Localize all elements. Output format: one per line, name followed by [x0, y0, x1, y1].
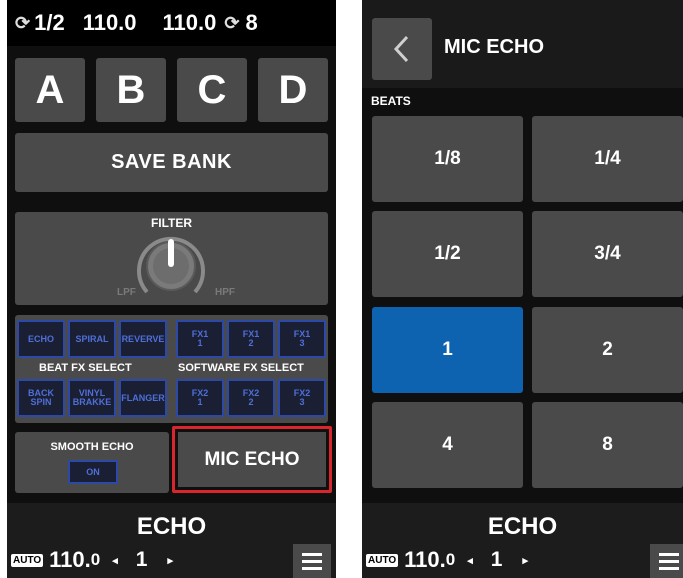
- bpm-row: AUTO 110. 0 ◂ 1 ▸: [366, 547, 528, 573]
- save-bank-button[interactable]: SAVE BANK: [15, 133, 328, 192]
- fx-name-title: ECHO: [136, 513, 207, 540]
- fx-echo-button[interactable]: ECHO: [17, 320, 65, 358]
- bpm-decimal: 0: [445, 550, 456, 569]
- fx-flanger-button[interactable]: FLANGER: [119, 379, 167, 417]
- beat-3-4-button[interactable]: 3/4: [532, 211, 683, 297]
- arrow-left-icon[interactable]: ◂: [112, 554, 118, 567]
- filter-knob[interactable]: [135, 230, 207, 302]
- fx-select-section: ECHO SPIRAL REVERVE FX1 1 FX1 2 FX1 3 BEAT …: [15, 315, 328, 423]
- status-bar: ⟳ 1/2 110.0 110.0 ⟳ 8: [7, 0, 336, 46]
- arrow-right-icon[interactable]: ▸: [167, 554, 173, 567]
- beat-1-8-button[interactable]: 1/8: [372, 116, 523, 202]
- fx1-1-button[interactable]: FX1 1: [176, 320, 224, 358]
- beat-1-button[interactable]: 1: [372, 307, 523, 393]
- bank-d-button[interactable]: D: [258, 58, 328, 122]
- bpm-integer: 110.: [49, 547, 91, 572]
- sync-icon: ⟳: [15, 12, 31, 33]
- filter-section: FILTER LPF HPF: [15, 212, 328, 305]
- bpm-decimal: 0: [90, 550, 101, 569]
- smooth-echo-toggle[interactable]: ON: [68, 460, 118, 484]
- smooth-echo-title: SMOOTH ECHO: [50, 441, 134, 453]
- fx-vinyl-brakke-button[interactable]: VINYL BRAKKE: [68, 379, 116, 417]
- fx-bank-screen: ⟳ 1/2 110.0 110.0 ⟳ 8 A B C D SAVE BANK …: [7, 0, 336, 578]
- chevron-left-icon: [393, 35, 409, 63]
- mic-echo-screen: MIC ECHO BEATS 1/8 1/4 1/2 3/4 1 2 4 8 E…: [362, 0, 683, 578]
- beat-1-2-button[interactable]: 1/2: [372, 211, 523, 297]
- software-fx-select-label: SOFTWARE FX SELECT: [178, 362, 304, 374]
- bpm-left: 110.0: [82, 10, 137, 35]
- status-right-value: 8: [245, 10, 258, 35]
- beat-jump-value: 1: [490, 548, 503, 571]
- bottom-bar: ECHO AUTO 110. 0 ◂ 1 ▸: [362, 503, 683, 578]
- beat-fx-select-label: BEAT FX SELECT: [39, 362, 132, 374]
- bottom-bar: ECHO AUTO 110. 0 ◂ 1 ▸: [7, 503, 336, 578]
- beat-4-button[interactable]: 4: [372, 402, 523, 488]
- hamburger-menu-icon[interactable]: [293, 544, 331, 578]
- smooth-echo-section: SMOOTH ECHO ON: [15, 432, 169, 493]
- fx-name-title: ECHO: [487, 513, 558, 540]
- header: MIC ECHO: [362, 0, 683, 88]
- beat-2-button[interactable]: 2: [532, 307, 683, 393]
- beat-value: 1/2: [34, 10, 65, 35]
- fx2-3-button[interactable]: FX2 3: [278, 379, 326, 417]
- page-title: MIC ECHO: [444, 36, 544, 58]
- fx-reverve-button[interactable]: REVERVE: [119, 320, 167, 358]
- mic-echo-button[interactable]: MIC ECHO: [172, 426, 332, 493]
- beat-8-button[interactable]: 8: [532, 402, 683, 488]
- fx2-1-button[interactable]: FX2 1: [176, 379, 224, 417]
- bpm-integer: 110.: [404, 547, 446, 572]
- filter-title: FILTER: [150, 216, 193, 230]
- beats-label: BEATS: [371, 94, 411, 108]
- auto-badge: AUTO: [366, 553, 399, 567]
- beat-1-4-button[interactable]: 1/4: [532, 116, 683, 202]
- hamburger-menu-icon[interactable]: [650, 544, 683, 578]
- fx-back-spin-button[interactable]: BACK SPIN: [17, 379, 65, 417]
- arrow-left-icon[interactable]: ◂: [467, 554, 473, 567]
- fx1-3-button[interactable]: FX1 3: [278, 320, 326, 358]
- hpf-label: HPF: [215, 287, 235, 298]
- auto-badge: AUTO: [11, 553, 44, 567]
- bpm-right: 110.0: [162, 10, 217, 35]
- sync-icon: ⟳: [224, 12, 240, 33]
- bank-c-button[interactable]: C: [177, 58, 247, 122]
- back-button[interactable]: [372, 18, 432, 80]
- bank-b-button[interactable]: B: [96, 58, 166, 122]
- arrow-right-icon[interactable]: ▸: [522, 554, 528, 567]
- mic-echo-label: MIC ECHO: [178, 432, 326, 487]
- fx-spiral-button[interactable]: SPIRAL: [68, 320, 116, 358]
- bank-a-button[interactable]: A: [15, 58, 85, 122]
- fx1-2-button[interactable]: FX1 2: [227, 320, 275, 358]
- fx2-2-button[interactable]: FX2 2: [227, 379, 275, 417]
- bpm-row: AUTO 110. 0 ◂ 1 ▸: [11, 547, 173, 573]
- lpf-label: LPF: [117, 287, 136, 298]
- beat-jump-value: 1: [135, 548, 148, 571]
